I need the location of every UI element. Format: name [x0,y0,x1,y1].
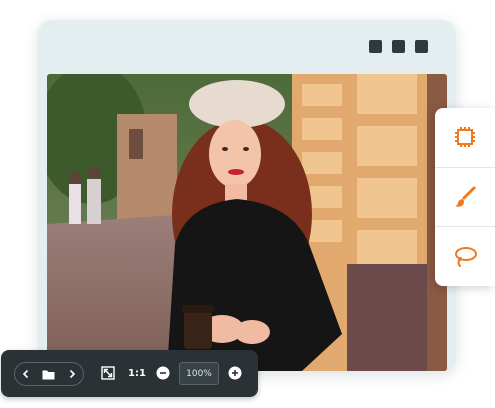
lasso-tool-icon [455,246,477,267]
crop-tool-button[interactable] [435,108,495,167]
brush-tool-icon [455,186,476,207]
window-menu[interactable] [369,40,428,53]
chevron-right-icon [69,369,75,379]
side-toolbar [435,108,495,286]
previous-button[interactable] [15,363,37,385]
photo-image [47,74,447,371]
window-menu-dot[interactable] [369,40,382,53]
zoom-in-button[interactable] [227,365,243,381]
fit-screen-button[interactable] [99,364,117,382]
bottom-toolbar: 1:1 100% [1,350,258,397]
actual-size-button[interactable]: 1:1 [126,364,148,382]
next-button[interactable] [61,363,83,385]
lasso-tool-button[interactable] [435,226,495,286]
chevron-left-icon [23,369,29,379]
zoom-level-field[interactable]: 100% [179,362,219,385]
open-folder-button[interactable] [38,363,60,385]
window-menu-dot[interactable] [415,40,428,53]
folder-icon [42,370,55,379]
zoom-out-button[interactable] [155,365,171,381]
zoom-out-icon [156,366,170,380]
crop-tool-icon [455,127,475,148]
zoom-in-icon [228,366,242,380]
fit-screen-icon [101,366,115,380]
window-menu-dot[interactable] [392,40,405,53]
brush-tool-button[interactable] [435,166,495,227]
photo-canvas[interactable] [47,74,447,371]
file-navigator [14,362,84,386]
